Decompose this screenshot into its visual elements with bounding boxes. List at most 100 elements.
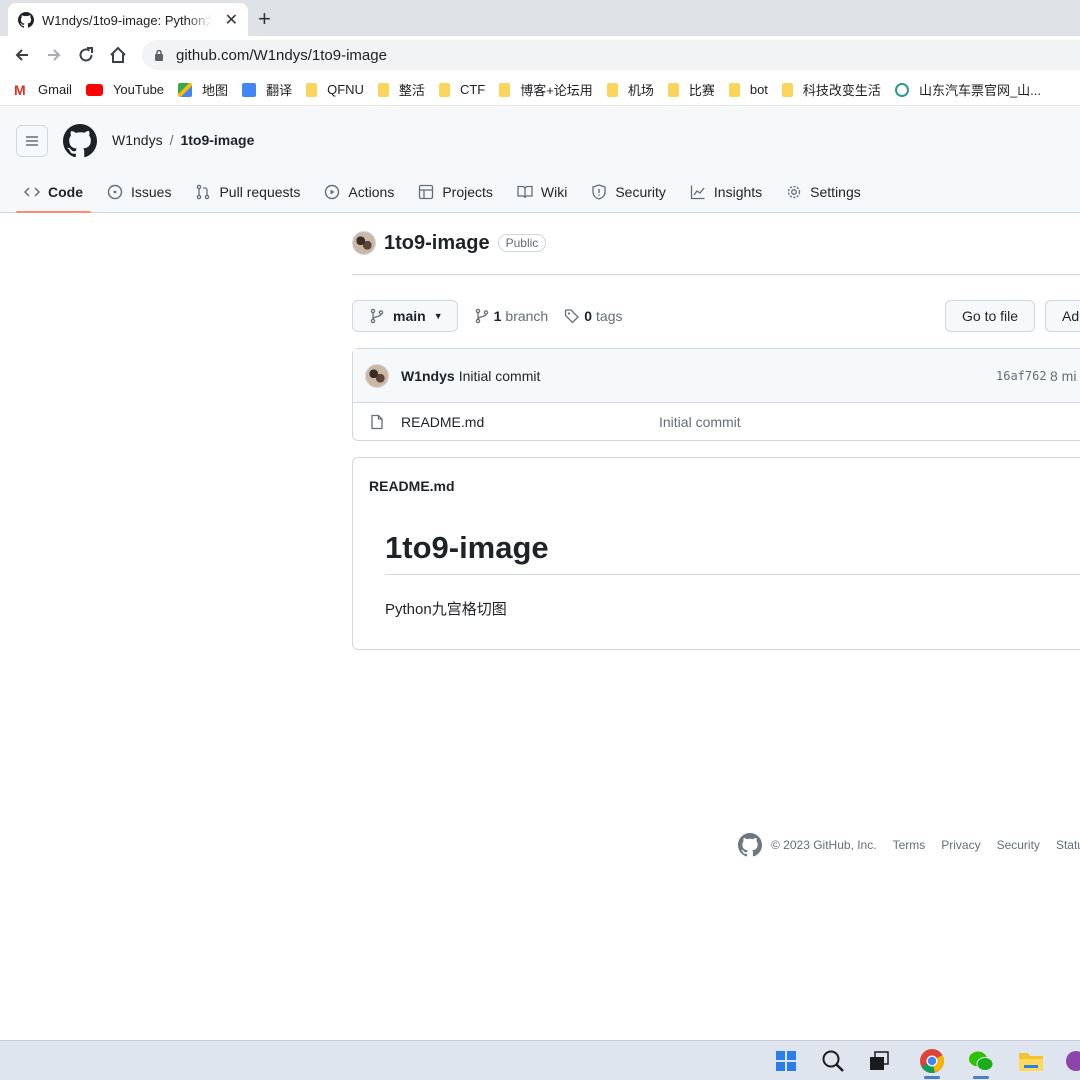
- bookmark-maps[interactable]: 地图: [178, 80, 228, 99]
- readme-body: Python九宫格切图: [385, 601, 507, 618]
- branches-link[interactable]: 1 branch: [474, 308, 548, 324]
- tag-label: tags: [596, 308, 623, 324]
- back-icon[interactable]: [11, 44, 33, 66]
- avatar[interactable]: [365, 363, 389, 388]
- copyright: © 2023 GitHub, Inc.: [771, 838, 877, 852]
- page-footer: © 2023 GitHub, Inc. Terms Privacy Securi…: [738, 833, 1080, 857]
- github-logo-icon[interactable]: [63, 124, 97, 163]
- branch-icon: [370, 308, 384, 324]
- branch-select-button[interactable]: main ▼: [352, 300, 458, 332]
- tab-projects[interactable]: Projects: [410, 177, 501, 207]
- tab-actions[interactable]: Actions: [316, 177, 402, 207]
- task-view-icon[interactable]: [865, 1047, 893, 1075]
- branch-name: main: [393, 308, 426, 324]
- bookmark-youtube[interactable]: YouTube: [85, 82, 164, 97]
- owner-link[interactable]: W1ndys: [112, 132, 163, 148]
- url-text: github.com/W1ndys/1to9-image: [176, 46, 387, 64]
- browser-tab-strip: W1ndys/1to9-image: Python九宫格切图 ✕ +: [0, 0, 1080, 36]
- repo-nav: Code Issues Pull requests Actions Projec…: [16, 177, 877, 213]
- address-bar[interactable]: github.com/W1ndys/1to9-image: [142, 40, 1080, 70]
- home-icon[interactable]: [107, 44, 129, 66]
- bookmark-gmail[interactable]: M Gmail: [14, 82, 72, 97]
- avatar[interactable]: [352, 231, 376, 255]
- tab-title: W1ndys/1to9-image: Python九宫格切图: [42, 13, 212, 28]
- menu-icon[interactable]: [16, 125, 48, 157]
- tab-insights[interactable]: Insights: [682, 177, 770, 207]
- footer-link-security[interactable]: Security: [997, 838, 1040, 852]
- bookmark-folder-tech[interactable]: 科技改变生活: [781, 80, 881, 99]
- readme-filename[interactable]: README.md: [369, 478, 455, 494]
- reload-icon[interactable]: [75, 44, 97, 66]
- windows-taskbar: [0, 1040, 1080, 1080]
- file-name[interactable]: README.md: [401, 414, 484, 430]
- tab-pull-requests[interactable]: Pull requests: [187, 177, 308, 207]
- tab-settings[interactable]: Settings: [778, 177, 869, 207]
- gmail-icon: M: [14, 81, 26, 98]
- bookmark-folder-jichang[interactable]: 机场: [606, 80, 654, 99]
- issue-icon: [107, 184, 123, 200]
- tags-link[interactable]: 0 tags: [564, 308, 622, 324]
- github-header: W1ndys / 1to9-image Code Issues Pull reque…: [0, 107, 1080, 213]
- forward-icon[interactable]: [43, 44, 65, 66]
- wechat-icon[interactable]: [967, 1047, 995, 1079]
- tag-icon: [565, 309, 580, 324]
- bookmark-folder-bot[interactable]: bot: [728, 82, 768, 97]
- running-indicator: [973, 1076, 989, 1079]
- chrome-icon[interactable]: [918, 1047, 946, 1079]
- bookmarks-bar: M Gmail YouTube 地图 翻译 QFNU 整活 CTF 博客+论坛用 …: [0, 74, 1080, 106]
- github-favicon-icon: [18, 11, 34, 28]
- bookmark-translate[interactable]: 翻译: [242, 80, 292, 99]
- branch-icon: [475, 308, 488, 324]
- commit-author[interactable]: W1ndys: [401, 368, 455, 384]
- book-icon: [517, 185, 533, 199]
- bus-site-icon: [894, 82, 909, 97]
- repo-link[interactable]: 1to9-image: [180, 132, 254, 148]
- breadcrumb-separator: /: [169, 132, 174, 148]
- pull-request-icon: [197, 184, 210, 200]
- bookmark-folder-qfnu[interactable]: QFNU: [306, 82, 364, 97]
- go-to-file-button[interactable]: Go to file: [945, 300, 1036, 332]
- table-icon: [419, 184, 434, 200]
- folder-icon: [667, 82, 679, 97]
- bookmark-folder-zhenghuo[interactable]: 整活: [377, 80, 425, 99]
- file-explorer-icon[interactable]: [1017, 1047, 1045, 1075]
- bookmark-folder-blog[interactable]: 博客+论坛用: [499, 80, 593, 99]
- tab-wiki[interactable]: Wiki: [509, 177, 575, 207]
- youtube-icon: [85, 83, 103, 96]
- tab-security[interactable]: Security: [583, 177, 674, 207]
- browser-tab[interactable]: W1ndys/1to9-image: Python九宫格切图 ✕: [8, 3, 248, 36]
- folder-icon: [377, 82, 389, 97]
- repo-title[interactable]: 1to9-image: [384, 232, 490, 255]
- running-indicator: [924, 1076, 940, 1079]
- folder-icon: [728, 82, 740, 97]
- branch-row: main ▼ 1 branch 0 tags Go to file Ad: [352, 300, 1080, 332]
- footer-link-privacy[interactable]: Privacy: [941, 838, 980, 852]
- new-tab-icon[interactable]: +: [258, 6, 271, 32]
- commit-message[interactable]: Initial commit: [459, 368, 541, 384]
- windows-start-icon[interactable]: [772, 1047, 800, 1075]
- footer-link-status[interactable]: Status: [1056, 838, 1080, 852]
- search-icon[interactable]: [819, 1047, 847, 1075]
- readme-heading: 1to9-image: [385, 530, 1080, 575]
- readme-box: README.md 1to9-image Python九宫格切图: [352, 457, 1080, 650]
- tab-code[interactable]: Code: [16, 177, 91, 213]
- tab-issues[interactable]: Issues: [99, 177, 179, 207]
- play-icon: [325, 184, 340, 200]
- folder-icon: [306, 82, 318, 97]
- file-commit-message[interactable]: Initial commit: [659, 414, 741, 430]
- app-icon[interactable]: [1062, 1047, 1080, 1075]
- bookmark-bus-ticket[interactable]: 山东汽车票官网_山...: [894, 80, 1041, 99]
- gear-icon: [788, 185, 801, 199]
- commit-sha[interactable]: 16af762: [996, 369, 1047, 383]
- latest-commit-bar: W1ndys Initial commit 16af762 8 mi: [353, 349, 1080, 403]
- bookmark-folder-ctf[interactable]: CTF: [438, 82, 485, 97]
- divider: [352, 274, 1080, 275]
- table-row[interactable]: README.md Initial commit: [353, 403, 1080, 440]
- footer-link-terms[interactable]: Terms: [893, 838, 926, 852]
- github-logo-icon[interactable]: [738, 833, 762, 857]
- close-tab-icon[interactable]: ✕: [225, 10, 238, 30]
- repo-title-bar: 1to9-image Public: [352, 231, 547, 255]
- add-file-button[interactable]: Ad: [1045, 300, 1080, 332]
- bookmark-folder-bisai[interactable]: 比赛: [667, 80, 715, 99]
- folder-icon: [499, 82, 511, 97]
